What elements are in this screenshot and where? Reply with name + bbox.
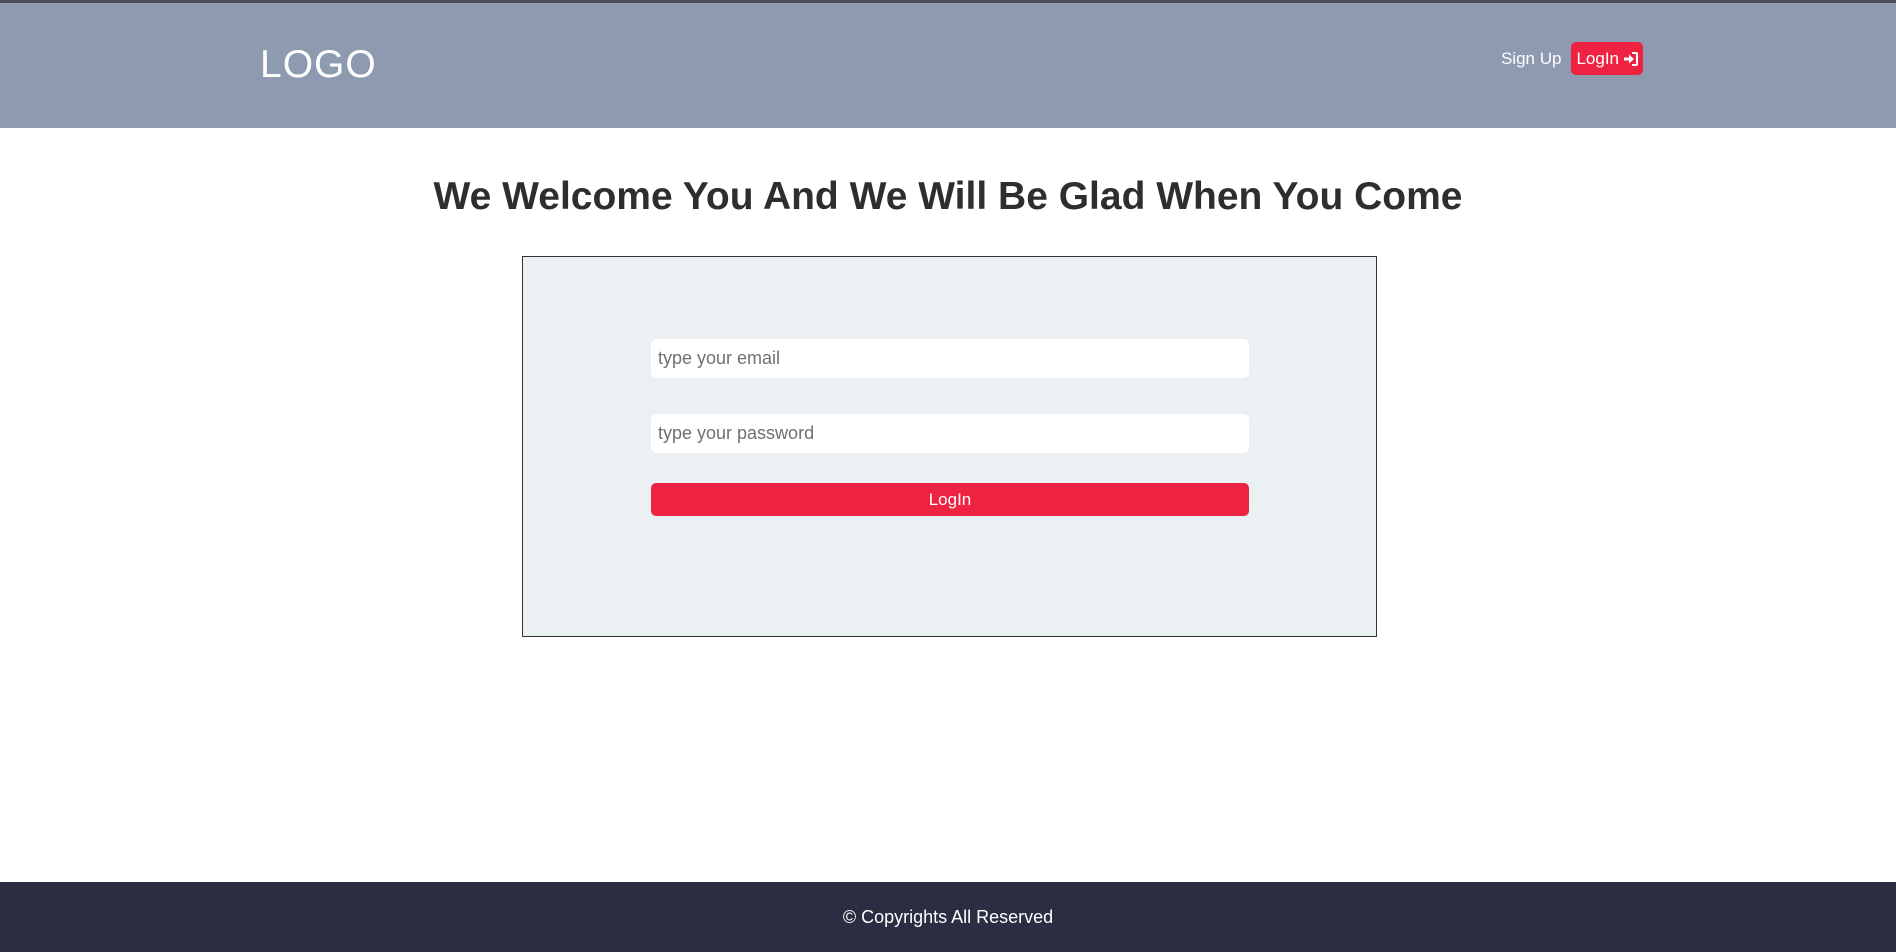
- sign-in-icon: [1623, 51, 1638, 66]
- login-panel: LogIn: [522, 256, 1377, 637]
- login-nav-button[interactable]: LogIn: [1571, 42, 1643, 75]
- page-title: We Welcome You And We Will Be Glad When …: [433, 175, 1463, 218]
- logo[interactable]: LOGO: [260, 43, 377, 87]
- email-field[interactable]: [651, 339, 1249, 378]
- login-nav-label: LogIn: [1576, 48, 1619, 68]
- site-footer: © Copyrights All Reserved: [0, 882, 1896, 952]
- login-submit-button[interactable]: LogIn: [651, 483, 1249, 516]
- password-field[interactable]: [651, 414, 1249, 453]
- copyright-text: © Copyrights All Reserved: [842, 906, 1054, 927]
- header-nav: Sign Up LogIn: [1501, 42, 1643, 75]
- site-header: LOGO Sign Up LogIn: [0, 3, 1896, 128]
- signup-link[interactable]: Sign Up: [1501, 49, 1561, 69]
